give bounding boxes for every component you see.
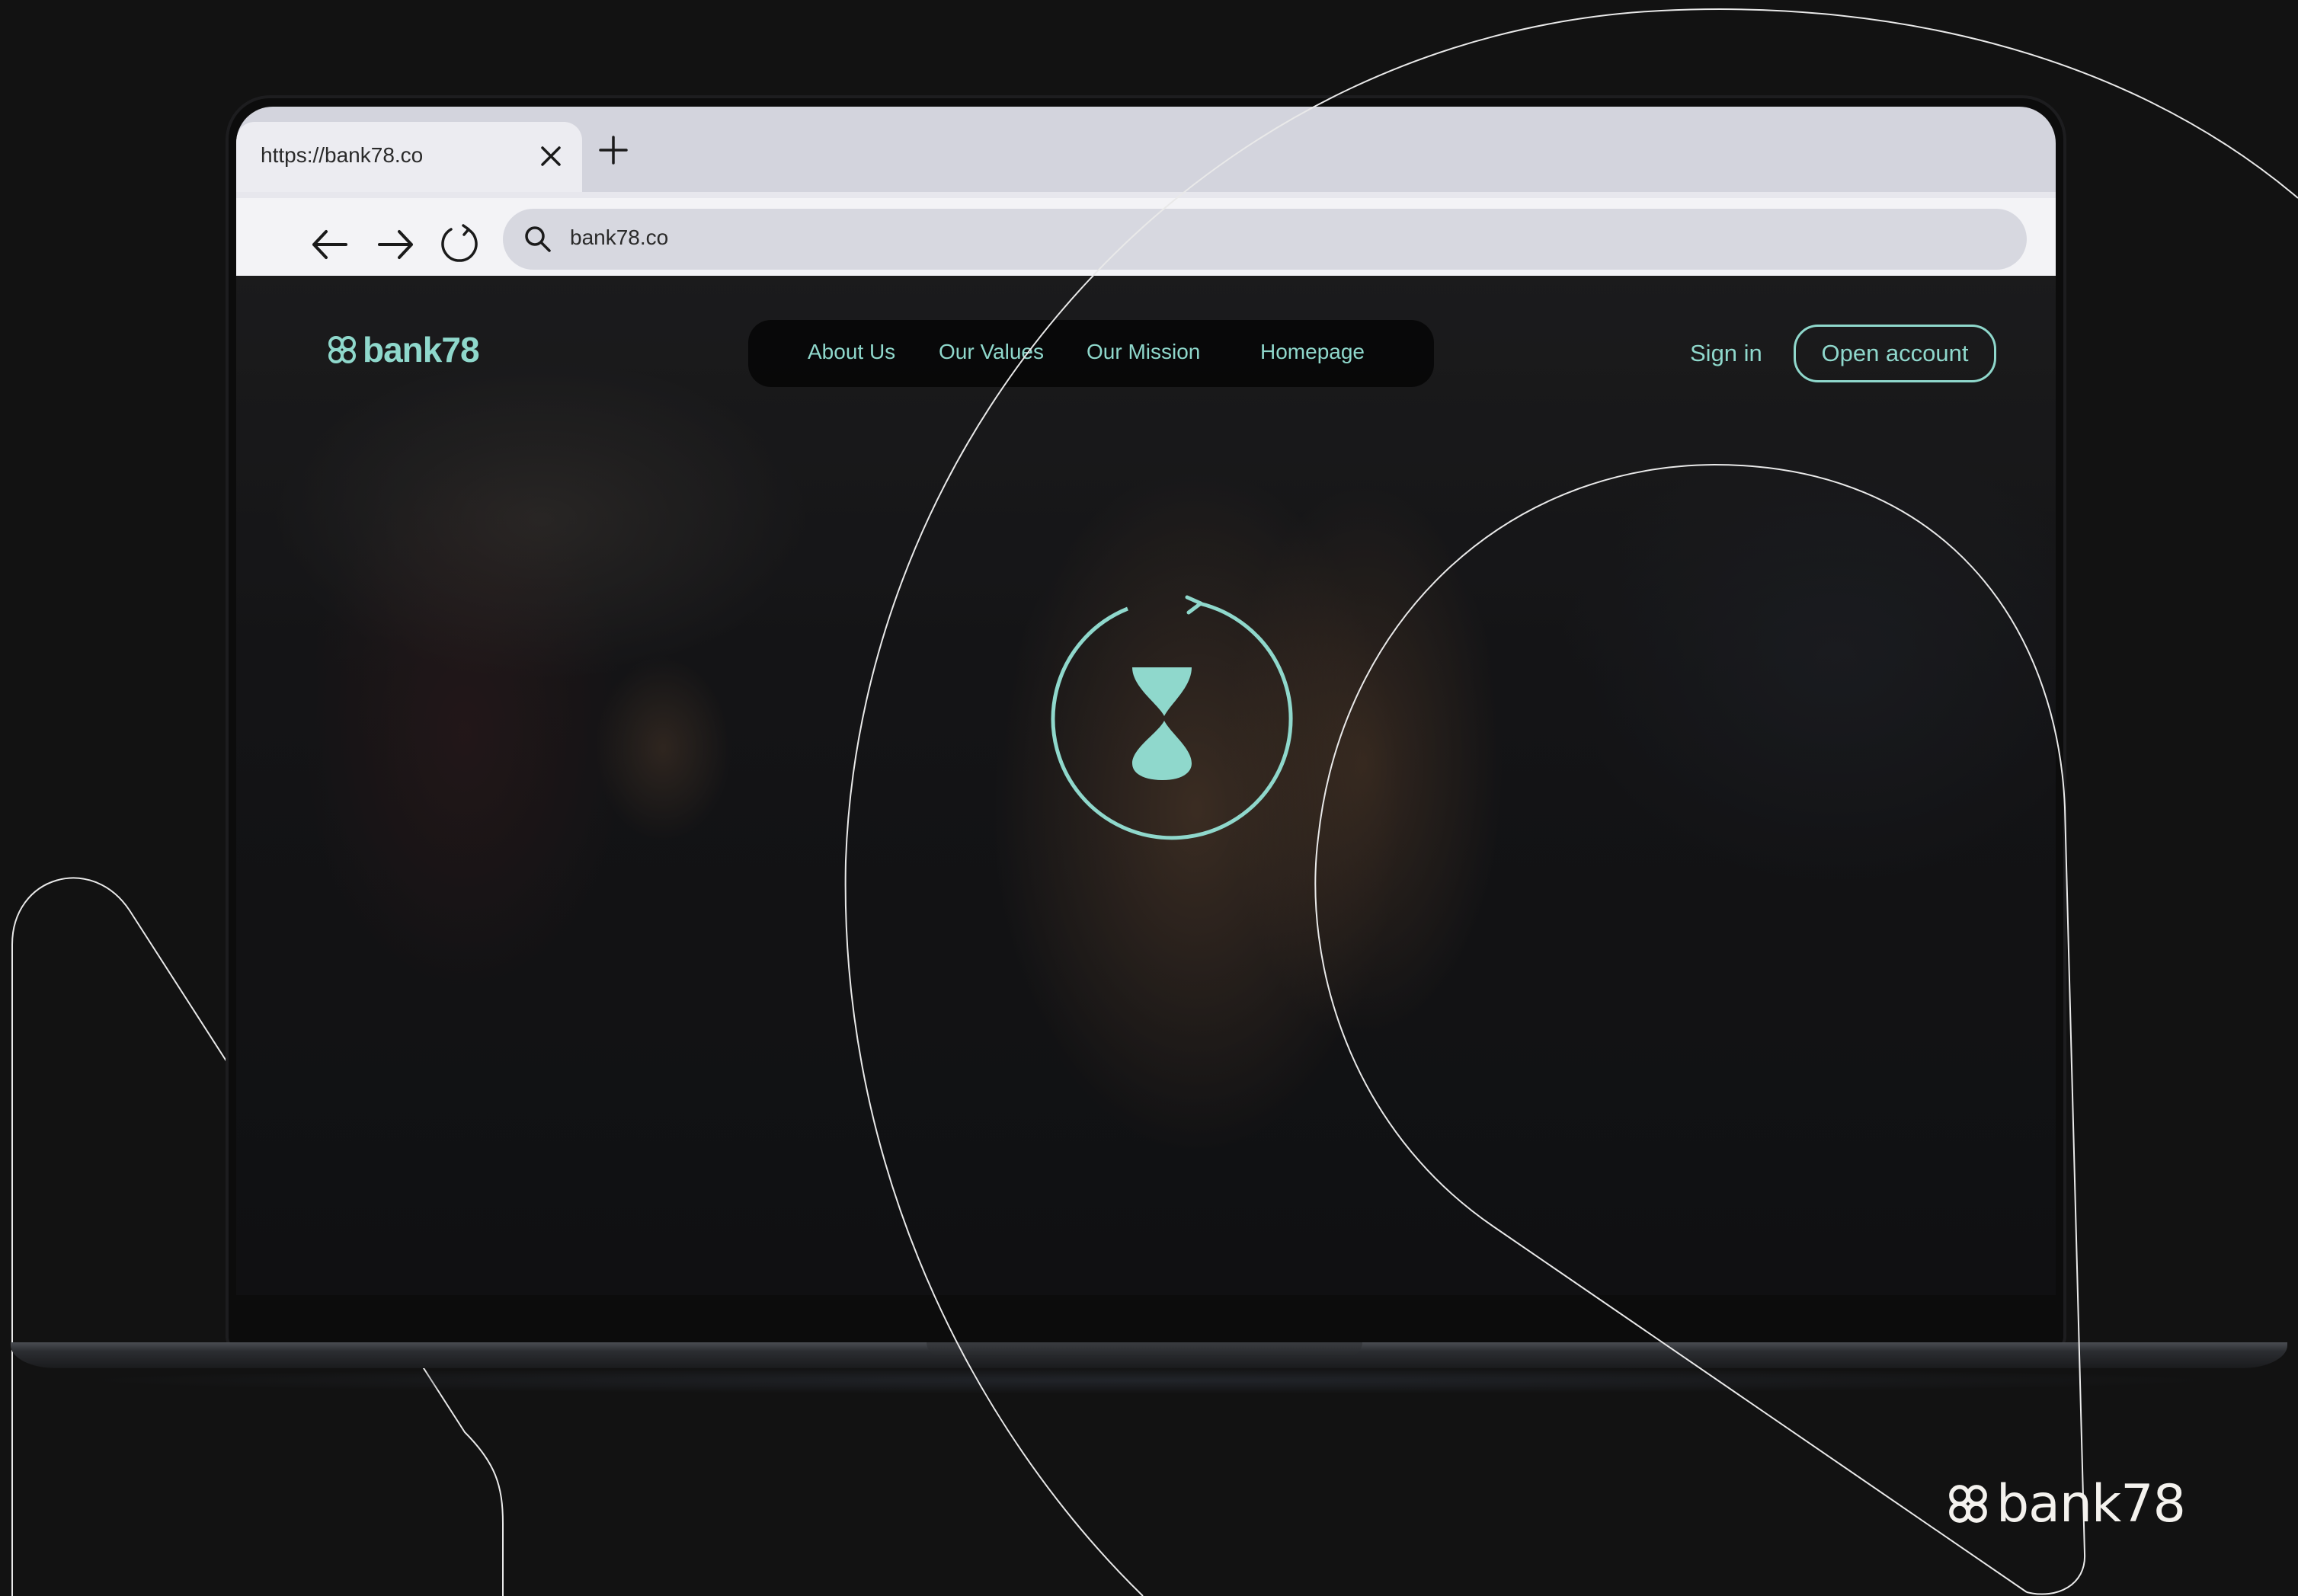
address-bar[interactable]: bank78.co (503, 209, 2027, 270)
brand-name: bank78 (1996, 1473, 2186, 1534)
address-bar-value: bank78.co (570, 225, 669, 249)
nav-link-values[interactable]: Our Values (939, 340, 1044, 364)
back-arrow-icon[interactable] (308, 222, 352, 267)
open-account-button[interactable]: Open account (1794, 325, 1996, 382)
browser-tab[interactable]: https://bank78.co (236, 122, 582, 192)
plus-icon[interactable] (597, 134, 629, 166)
browser-toolbar: bank78.co (236, 192, 2056, 276)
laptop-shadow (61, 1367, 2237, 1394)
hourglass-icon (1051, 595, 1293, 840)
browser-tab-bar: https://bank78.co (236, 107, 2056, 192)
laptop-screen: https://bank78.co bank78.co bank78 About… (236, 107, 2056, 1295)
website: bank78 About Us Our Values Our Mission H… (236, 276, 2056, 1295)
site-nav: About Us Our Values Our Mission Homepage (748, 320, 1434, 387)
site-logo[interactable]: bank78 (326, 329, 480, 370)
clover-logo-icon (1949, 1485, 1987, 1523)
nav-link-homepage[interactable]: Homepage (1260, 340, 1365, 364)
nav-link-mission[interactable]: Our Mission (1087, 340, 1200, 364)
tab-title: https://bank78.co (261, 143, 424, 167)
close-icon[interactable] (538, 143, 564, 169)
nav-link-about[interactable]: About Us (808, 340, 895, 364)
brand-logo: bank78 (1946, 1474, 2186, 1534)
laptop-notch (927, 1342, 1362, 1356)
clover-logo-icon (328, 336, 356, 363)
reload-icon[interactable] (437, 222, 482, 267)
search-icon (525, 226, 551, 252)
site-logo-text: bank78 (363, 330, 480, 369)
forward-arrow-icon[interactable] (373, 222, 418, 267)
sign-in-link[interactable]: Sign in (1690, 340, 1762, 367)
